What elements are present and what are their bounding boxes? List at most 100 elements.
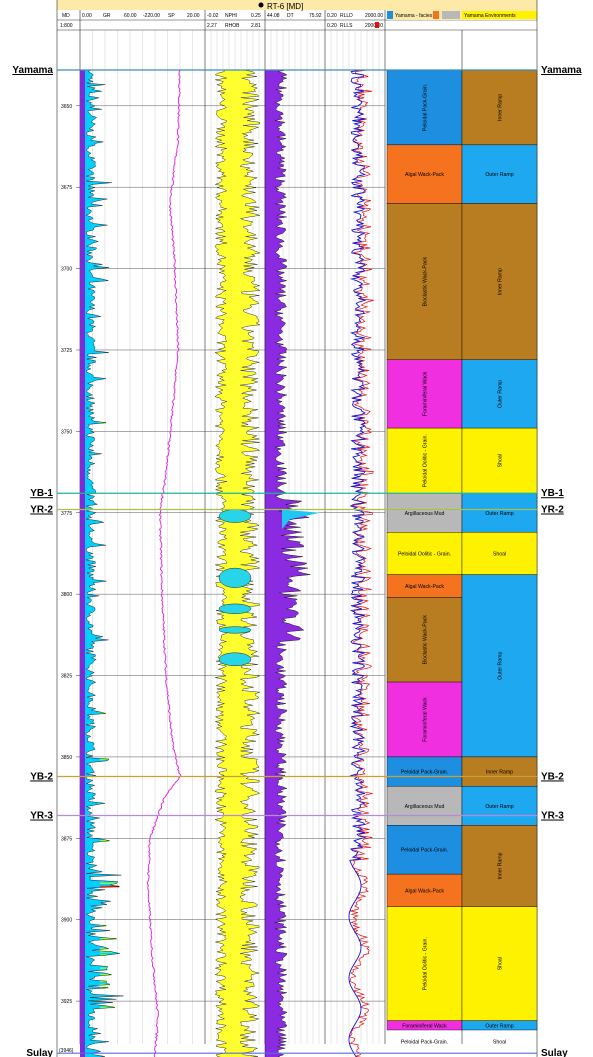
top-label-right: YB-2 xyxy=(541,771,564,782)
top-label-right: YR-2 xyxy=(541,505,564,516)
facies-label: Peloidal Pack-Grain. xyxy=(401,770,448,776)
sp-min: -220.00 xyxy=(143,13,160,19)
facies-label: Algal Wack-Pack xyxy=(405,584,444,590)
top-label-right: Sulay xyxy=(541,1048,568,1057)
nphi-crossover xyxy=(218,603,252,614)
gr-fill-base xyxy=(80,70,85,1057)
top-label-left: YB-1 xyxy=(30,488,53,499)
facies-label: Peloidal Oolitic - Grain. xyxy=(398,551,451,557)
sp-curve xyxy=(146,69,182,1057)
environment-label: Inner Ramp xyxy=(498,268,504,295)
depth-tick-label: 3900 xyxy=(61,918,72,924)
environment-track: Inner Ramp Outer Ramp Inner Ramp Outer Ramp… xyxy=(461,69,538,1046)
gr-fill xyxy=(80,70,124,1057)
facies-label: Peloidal Pack-Grain. xyxy=(401,1040,448,1046)
depth-tick-label: 3725 xyxy=(61,348,72,354)
environment-label: Outer Ramp xyxy=(498,380,504,408)
facies-label: Peloidal Pack-Grain. xyxy=(401,848,448,854)
sp-name: SP xyxy=(168,13,175,19)
top-label-left: YR-2 xyxy=(30,505,53,516)
dt-name: DT xyxy=(287,13,294,19)
dt-fill xyxy=(264,69,311,1057)
rhob-min: 2.27 xyxy=(207,23,217,29)
environment-label: Outer Ramp xyxy=(485,172,513,178)
depth-tick-label: 3850 xyxy=(61,755,72,761)
nphi-crossover xyxy=(218,652,252,666)
well-log-panel: RT-6 [MD] MD 1:800 0.00 GR 60.00 -220.00… xyxy=(12,0,582,1057)
facies-swatch-3 xyxy=(442,11,460,19)
bottom-depth-label: (3946) xyxy=(59,1048,74,1054)
environment-label: Outer Ramp xyxy=(485,1023,513,1029)
nphi-crossover xyxy=(218,509,252,523)
nphi-max: 0.25 xyxy=(251,13,261,19)
top-label-right: YB-1 xyxy=(541,488,564,499)
facies-track: Peloidal Pack-Grain. Algal Wack-Pack Biocl… xyxy=(386,69,463,1046)
facies-label: Foraminiferal Wack xyxy=(402,1023,447,1029)
facies-label: Bioclastic Wack-Pack xyxy=(423,615,429,665)
rhob-max: 2.81 xyxy=(251,23,261,29)
scale-label: 1:800 xyxy=(60,23,73,29)
rd-name: RLLD xyxy=(340,13,353,19)
nphi-name: NPHI xyxy=(225,13,237,19)
nphi-crossover xyxy=(218,567,252,588)
environment-label: Outer Ramp xyxy=(485,804,513,810)
dt-min: 44.08 xyxy=(267,13,280,19)
depth-tick-label: 3775 xyxy=(61,511,72,517)
depth-axis: 3650 3675 3700 3725 3750 3775 3800 3825 3850 3875… xyxy=(61,104,80,1005)
environment-label: Shoal xyxy=(493,551,506,557)
md-label: MD xyxy=(62,13,70,19)
facies-label: Algal Wack-Pack xyxy=(405,888,444,894)
environment-label: Inner Ramp xyxy=(498,94,504,121)
well-title: RT-6 [MD] xyxy=(267,2,303,11)
facies-label: Argillaceous Mud xyxy=(405,511,445,517)
environment-label: Outer Ramp xyxy=(498,652,504,680)
environment-label: Inner Ramp xyxy=(486,770,513,776)
facies-label: Argillaceous Mud xyxy=(405,804,445,810)
rd-header-marker xyxy=(375,22,379,28)
gr-min: 0.00 xyxy=(82,13,92,19)
sp-max: 20.00 xyxy=(187,13,200,19)
environment-label: Outer Ramp xyxy=(485,511,513,517)
facies-swatch-2 xyxy=(433,11,439,19)
well-marker-icon xyxy=(258,2,264,8)
top-label-left: Sulay xyxy=(26,1048,53,1057)
environment-label: Shoal xyxy=(498,454,504,467)
rs-max: 2000.00 xyxy=(365,23,383,29)
depth-tick-label: 3875 xyxy=(61,836,72,842)
environment-label: Shoal xyxy=(498,957,504,970)
nphi-min: -0.02 xyxy=(207,13,219,19)
environment-label: Inner Ramp xyxy=(498,852,504,879)
facies-label: Bioclastic Wack-Pack xyxy=(423,257,429,307)
track-headers: MD 1:800 0.00 GR 60.00 -220.00 SP 20.00 … xyxy=(57,10,537,31)
env-header: Yamama Environments xyxy=(464,13,516,19)
facies-label: Algal Wack-Pack xyxy=(405,172,444,178)
top-label-left: YR-3 xyxy=(30,811,53,822)
rd-min: 0.20 xyxy=(327,13,337,19)
facies-label: Peloidal Pack-Grain. xyxy=(423,84,429,131)
top-label-right: YR-3 xyxy=(541,811,564,822)
environment-label: Shoal xyxy=(493,1040,506,1046)
depth-tick-label: 3675 xyxy=(61,185,72,191)
facies-swatch-1 xyxy=(387,11,393,19)
gr-max: 60.00 xyxy=(124,13,137,19)
depth-tick-label: 3925 xyxy=(61,999,72,1005)
gr-name: GR xyxy=(103,13,111,19)
facies-label: Foraminiferal Wack xyxy=(423,697,429,742)
depth-tick-label: 3800 xyxy=(61,592,72,598)
top-label-left: YB-2 xyxy=(30,771,53,782)
rs-min: 0.20 xyxy=(327,23,337,29)
nphi-crossover xyxy=(218,626,252,634)
depth-tick-label: 3750 xyxy=(61,429,72,435)
log-curves xyxy=(80,69,375,1057)
dt-max: 75.92 xyxy=(309,13,322,19)
depth-tick-label: 3700 xyxy=(61,267,72,273)
nphi-rhob-fill xyxy=(214,69,261,1057)
facies-header: Yamama - facies xyxy=(395,13,433,19)
facies-label: Peloidal Oolitic - Grain. xyxy=(423,937,429,990)
rs-name: RLLS xyxy=(340,23,353,29)
facies-label: Peloidal Oolitic - Grain. xyxy=(423,434,429,487)
top-label-left: Yamama xyxy=(12,65,53,76)
rd-max: 2000.00 xyxy=(365,13,383,19)
depth-tick-label: 3825 xyxy=(61,674,72,680)
rhob-name: RHOB xyxy=(225,23,240,29)
